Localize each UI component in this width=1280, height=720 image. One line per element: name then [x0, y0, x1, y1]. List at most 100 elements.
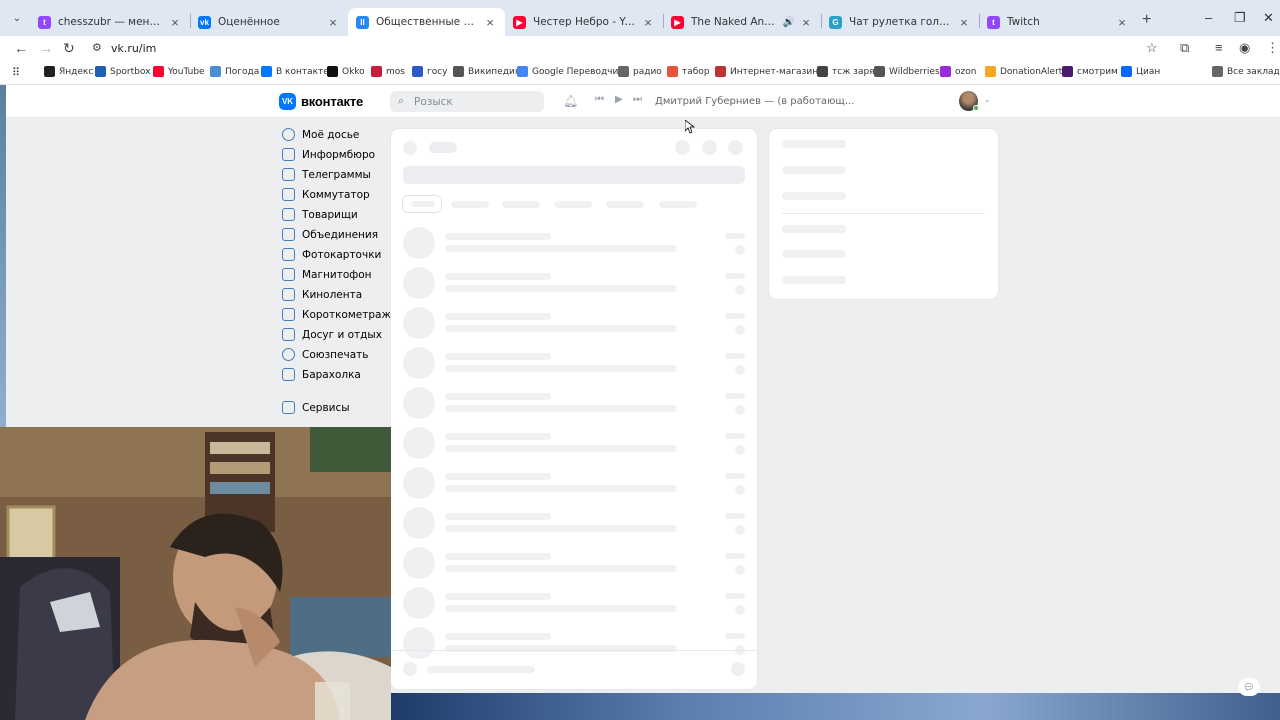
stickers-icon — [282, 348, 295, 361]
sidebar-item-clips[interactable]: Короткометражки — [282, 308, 404, 321]
menu-icon[interactable]: ⋮ — [1266, 40, 1279, 56]
bookmark-item[interactable]: ozon — [940, 66, 976, 77]
close-icon[interactable]: × — [326, 15, 340, 30]
next-track-icon[interactable]: ⏭ — [633, 94, 642, 105]
back-icon[interactable]: ← — [14, 40, 28, 56]
close-icon[interactable]: × — [799, 15, 813, 30]
vk-audio-icon: II — [356, 15, 369, 29]
media-icon[interactable]: ≡ — [1215, 40, 1223, 55]
bookmark-favicon-icon — [817, 66, 828, 77]
bookmark-favicon-icon — [261, 66, 272, 77]
bookmark-item[interactable]: Википедия — [453, 66, 520, 77]
bookmark-item[interactable]: Google Переводчик — [517, 66, 624, 77]
bookmark-item[interactable]: табор — [667, 66, 710, 77]
bookmark-item[interactable]: Интернет-магазин... — [715, 66, 827, 77]
bookmark-favicon-icon — [44, 66, 55, 77]
vk-header: VK вконтакте ⌕ Розыск 🔔︎ ⏮ ▶ ⏭ Дмитрий Г… — [6, 85, 1280, 118]
forward-icon[interactable]: → — [39, 40, 53, 56]
close-window-icon[interactable]: ✕ — [1263, 10, 1274, 26]
sidebar-item-label: Досуг и отдых — [302, 328, 382, 341]
bookmark-item[interactable]: Яндекс — [44, 66, 93, 77]
bookmark-favicon-icon — [453, 66, 464, 77]
my-profile-icon — [282, 128, 295, 141]
sidebar-item-calls[interactable]: Коммутатор — [282, 188, 370, 201]
address-bar-row: ← → ↻ ⚙ vk.ru/im ☆ ⧉ ≡ ◉ ⋮ — [0, 36, 1280, 61]
speaker-icon[interactable]: 🔊 — [783, 17, 795, 28]
bookmark-item[interactable]: тсж заря — [817, 66, 875, 77]
chevron-down-icon[interactable]: ⌄ — [984, 95, 991, 104]
bookmark-item[interactable]: Okko — [327, 66, 365, 77]
sidebar-item-label: Коммутатор — [302, 188, 370, 201]
browser-tab-3-active[interactable]: II Общественные звукозаписи × — [348, 8, 505, 36]
sidebar-item-label: Телеграммы — [302, 168, 371, 181]
browser-tab-1[interactable]: t chesszubr — менеджер клипов × — [30, 8, 190, 36]
play-icon[interactable]: ▶ — [615, 94, 623, 105]
browser-tab-4[interactable]: ▶ Честер Небро - YouTube × — [505, 8, 663, 36]
sidebar-item-stickers[interactable]: Союзпечать — [282, 348, 368, 361]
youtube-icon: ▶ — [671, 15, 684, 29]
close-icon[interactable]: × — [168, 15, 182, 30]
minimize-icon[interactable]: – — [1205, 10, 1212, 25]
bookmark-item[interactable]: госу — [412, 66, 448, 77]
youtube-icon: ▶ — [513, 15, 526, 29]
sidebar-item-photos[interactable]: Фотокарточки — [282, 248, 381, 261]
restore-icon[interactable]: ❐ — [1234, 10, 1246, 26]
bookmark-item[interactable]: DonationAlerts — [985, 66, 1067, 77]
sidebar-item-news[interactable]: Информбюро — [282, 148, 375, 161]
sidebar-item-label: Барахолка — [302, 368, 361, 381]
twitch-icon: t — [38, 15, 51, 29]
vk-logo[interactable]: VK вконтакте — [279, 93, 363, 110]
tab-search-icon[interactable]: ⌄ — [6, 9, 28, 29]
clips-icon — [282, 308, 295, 321]
bookmark-item[interactable]: смотрим — [1062, 66, 1118, 77]
close-icon[interactable]: × — [1115, 15, 1129, 30]
player-track-title[interactable]: Дмитрий Губерниев — (в работающ... — [655, 96, 854, 107]
bookmark-favicon-icon — [940, 66, 951, 77]
sidebar-item-label: Объединения — [302, 228, 379, 241]
bookmark-item[interactable]: радио — [618, 66, 662, 77]
bookmark-item[interactable]: Sportbox — [95, 66, 150, 77]
previous-track-icon[interactable]: ⏮ — [595, 94, 604, 105]
filters-loading-card — [769, 129, 998, 299]
site-icon: G — [829, 15, 842, 29]
browser-tab-7[interactable]: t Twitch × — [979, 8, 1137, 36]
reload-icon[interactable]: ↻ — [63, 40, 75, 57]
star-icon[interactable]: ☆ — [1146, 40, 1158, 56]
sidebar-item-friends[interactable]: Товарищи — [282, 208, 358, 221]
bell-icon[interactable]: 🔔︎ — [563, 94, 578, 108]
browser-tab-2[interactable]: vk Оценённое × — [190, 8, 348, 36]
apps-icon[interactable]: ⠿ — [12, 66, 20, 79]
bookmark-favicon-icon — [153, 66, 164, 77]
bookmark-item[interactable]: Wildberries — [874, 66, 940, 77]
sidebar-item-services[interactable]: Сервисы — [282, 401, 350, 414]
sidebar-item-label: Кинолента — [302, 288, 363, 301]
browser-tab-6[interactable]: G Чат рулетка голосовая — Nek × — [821, 8, 979, 36]
bookmark-item[interactable]: Все закладки — [1212, 66, 1280, 77]
site-info-icon[interactable]: ⚙ — [92, 41, 102, 54]
bookmark-favicon-icon — [715, 66, 726, 77]
profile-icon[interactable]: ◉ — [1239, 40, 1250, 56]
bookmark-favicon-icon — [210, 66, 221, 77]
sidebar-item-messenger[interactable]: Телеграммы — [282, 168, 371, 181]
close-icon[interactable]: × — [483, 15, 497, 30]
new-tab-button[interactable]: + — [1142, 11, 1151, 29]
chat-bubble-icon[interactable]: 💬︎ — [1238, 678, 1260, 696]
bookmark-item[interactable]: YouTube — [153, 66, 205, 77]
sidebar-item-my-profile[interactable]: Моё досье — [282, 128, 359, 141]
sidebar-item-market[interactable]: Барахолка — [282, 368, 361, 381]
bookmark-item[interactable]: В контакте — [261, 66, 329, 77]
close-icon[interactable]: × — [957, 15, 971, 30]
browser-tab-5[interactable]: ▶ The Naked And Famous - H 🔊 × — [663, 8, 821, 36]
extensions-icon[interactable]: ⧉ — [1180, 40, 1189, 56]
bookmark-item[interactable]: mos — [371, 66, 405, 77]
sidebar-item-games[interactable]: Досуг и отдых — [282, 328, 382, 341]
sidebar-item-music[interactable]: Магнитофон — [282, 268, 372, 281]
sidebar-item-videos[interactable]: Кинолента — [282, 288, 362, 301]
bookmark-favicon-icon — [667, 66, 678, 77]
close-icon[interactable]: × — [641, 15, 655, 30]
sidebar-item-communities[interactable]: Объединения — [282, 228, 378, 241]
search-input[interactable]: ⌕ Розыск — [390, 91, 544, 112]
url-field[interactable]: ⚙ vk.ru/im — [86, 38, 1166, 59]
bookmark-item[interactable]: Погода — [210, 66, 259, 77]
bookmark-item[interactable]: Циан — [1121, 66, 1160, 77]
